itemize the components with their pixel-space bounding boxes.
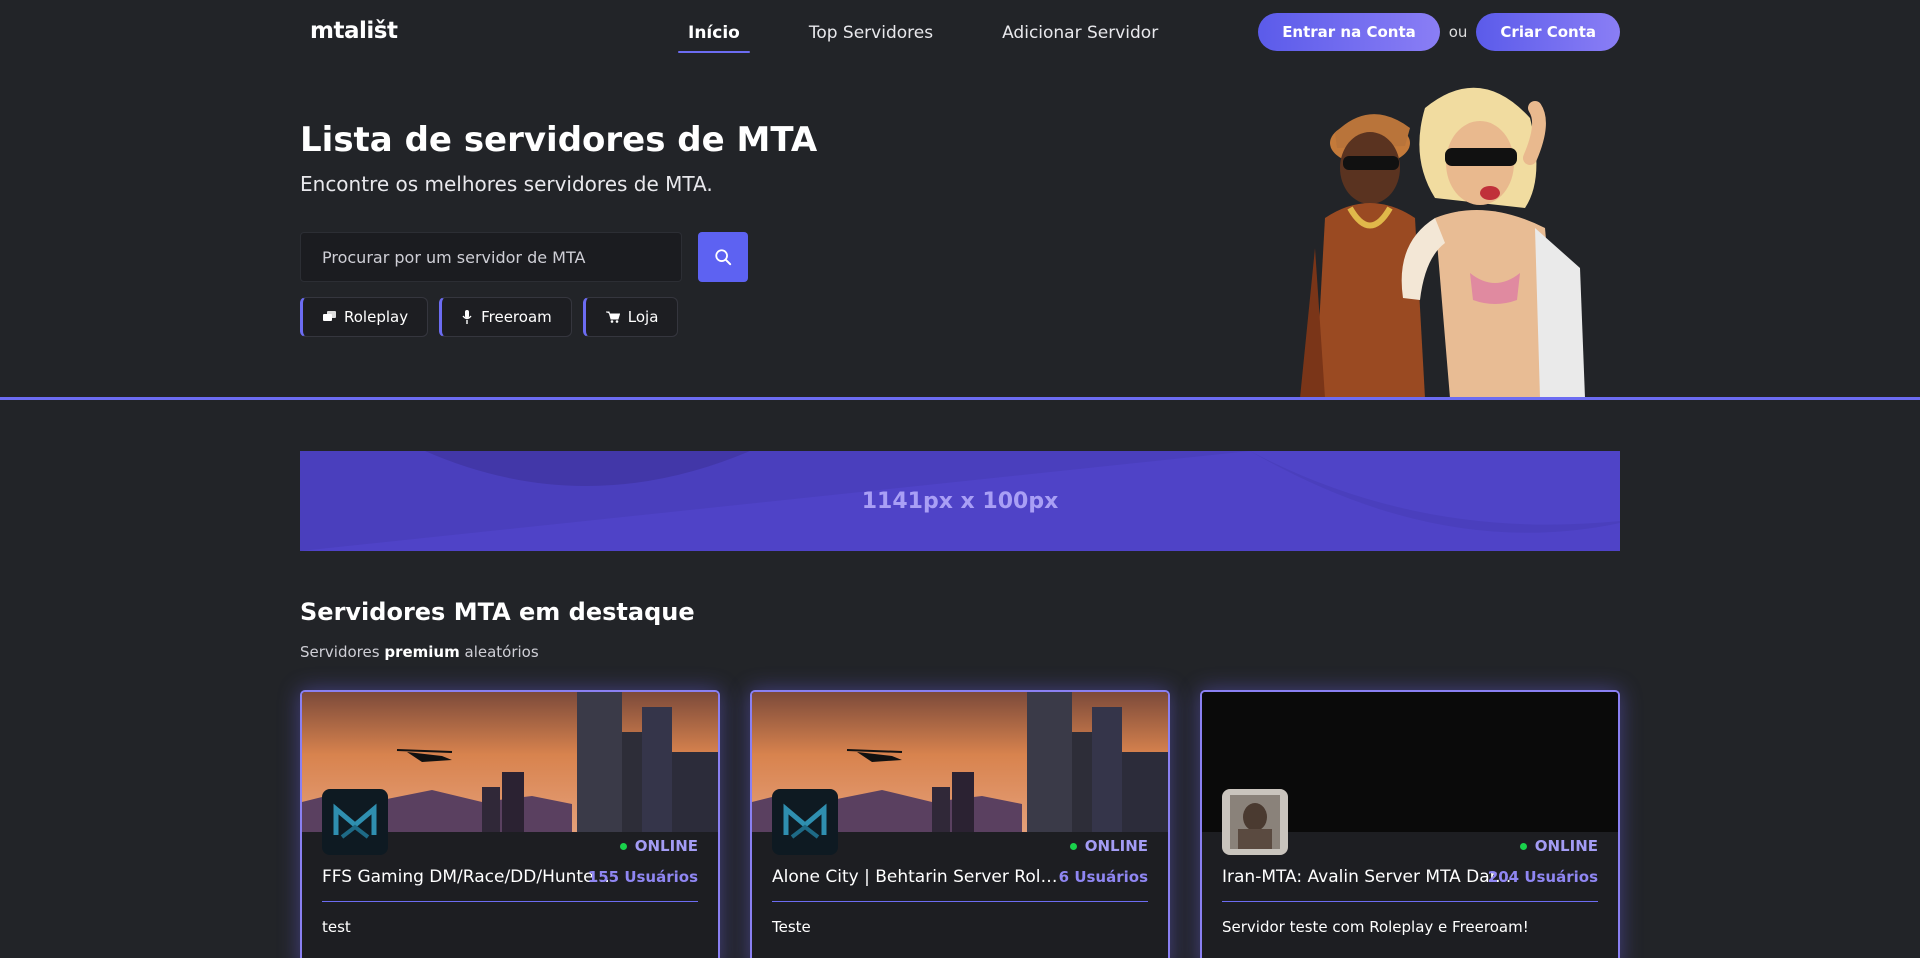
hero-characters-illustration <box>1300 87 1585 398</box>
chat-icon <box>323 311 336 321</box>
tag-roleplay[interactable]: Roleplay <box>300 297 429 337</box>
card-divider <box>322 901 698 902</box>
nav-link-inicio[interactable]: Início <box>678 17 750 53</box>
server-card[interactable]: ONLINE Iran-MTA: Avalin Server MTA Dar..… <box>1200 690 1620 958</box>
nav-link-adicionar-servidor[interactable]: Adicionar Servidor <box>992 17 1168 49</box>
signup-button[interactable]: Criar Conta <box>1476 13 1620 51</box>
server-card[interactable]: ONLINE Alone City | Behtarin Server Role… <box>750 690 1170 958</box>
tag-loja[interactable]: Loja <box>582 297 679 337</box>
tag-label: Loja <box>627 308 659 326</box>
ad-banner[interactable]: 1141px x 100px <box>300 451 1620 551</box>
server-card[interactable]: ONLINE FFS Gaming DM/Race/DD/Hunte... 15… <box>300 690 720 958</box>
login-button[interactable]: Entrar na Conta <box>1258 13 1440 51</box>
search-field[interactable] <box>300 232 682 282</box>
server-users-count: 155 Usuários <box>587 868 698 886</box>
top-nav: mtališt Início Top Servidores Adicionar … <box>0 0 1920 66</box>
server-name[interactable]: Alone City | Behtarin Server Role P... <box>772 867 1062 887</box>
online-dot-icon <box>1069 842 1077 850</box>
category-tags: Roleplay Freeroam Loja <box>300 297 689 337</box>
server-name[interactable]: Iran-MTA: Avalin Server MTA Dar... <box>1222 867 1512 887</box>
search-icon <box>715 249 732 266</box>
server-name[interactable]: FFS Gaming DM/Race/DD/Hunte... <box>322 867 612 887</box>
server-users-count: 6 Usuários <box>1058 868 1148 886</box>
card-divider <box>772 901 1148 902</box>
auth-buttons: Entrar na Conta ou Criar Conta <box>1258 13 1620 51</box>
cart-icon <box>605 311 620 323</box>
online-dot-icon <box>619 842 627 850</box>
server-avatar <box>1222 789 1288 855</box>
nav-link-top-servidores[interactable]: Top Servidores <box>799 17 943 49</box>
server-users-count: 204 Usuários <box>1487 868 1598 886</box>
microphone-icon <box>462 310 472 324</box>
tag-freeroam[interactable]: Freeroam <box>439 297 572 337</box>
hero-subtitle: Encontre os melhores servidores de MTA. <box>300 172 713 196</box>
server-status: ONLINE <box>619 837 698 855</box>
server-description: Servidor teste com Roleplay e Freeroam! <box>1222 918 1529 936</box>
server-status: ONLINE <box>1519 837 1598 855</box>
banner-size-label: 1141px x 100px <box>861 488 1059 514</box>
or-label: ou <box>1448 23 1468 41</box>
nav-links: Início Top Servidores Adicionar Servidor <box>678 0 1217 66</box>
hero-divider <box>0 397 1920 400</box>
site-logo[interactable]: mtališt <box>310 18 398 44</box>
tag-label: Roleplay <box>344 308 409 326</box>
online-dot-icon <box>1519 842 1527 850</box>
server-avatar <box>772 789 838 855</box>
search-button[interactable] <box>698 232 748 282</box>
featured-subtitle: Servidores premium aleatórios <box>300 643 539 661</box>
featured-title: Servidores MTA em destaque <box>300 598 695 626</box>
server-description: Teste <box>772 918 811 936</box>
card-divider <box>1222 901 1598 902</box>
search-input[interactable] <box>322 247 681 267</box>
hero-title: Lista de servidores de MTA <box>300 120 818 160</box>
server-status: ONLINE <box>1069 837 1148 855</box>
server-description: test <box>322 918 351 936</box>
tag-label: Freeroam <box>481 308 552 326</box>
server-avatar <box>322 789 388 855</box>
